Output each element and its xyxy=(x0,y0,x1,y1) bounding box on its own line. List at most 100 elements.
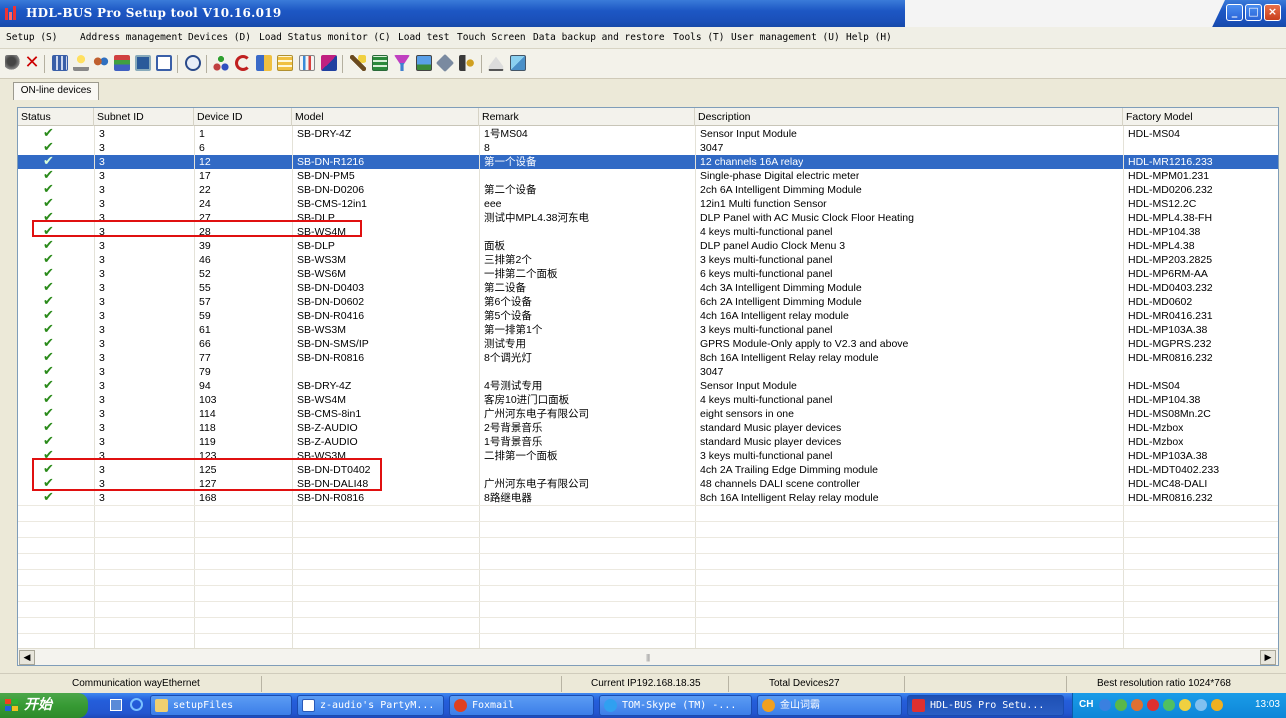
column-header-model[interactable]: Model xyxy=(292,108,479,126)
bulb-icon[interactable] xyxy=(73,55,89,71)
table-row[interactable]: ✔ 3 114 SB-CMS-8in1 广州河东电子有限公司 eight sensors … xyxy=(18,407,1278,421)
table-row[interactable]: ✔ 3 55 SB-DN-D0403 第二设备 4ch 3A Intelligent Di… xyxy=(18,281,1278,295)
calendar-icon[interactable] xyxy=(277,55,293,71)
tray-app-icon[interactable] xyxy=(1147,699,1159,711)
delete-icon[interactable]: ✕ xyxy=(24,54,40,72)
tray-update-icon[interactable] xyxy=(1163,699,1175,711)
clock-icon[interactable] xyxy=(185,55,201,71)
menu-load-status-monitor[interactable]: Load Status monitor (C) xyxy=(259,32,391,43)
tray-security-icon[interactable] xyxy=(1131,699,1143,711)
task-jinshan-dictionary[interactable]: 金山词霸 xyxy=(757,695,902,716)
tree-icon[interactable] xyxy=(213,55,229,71)
window-icon[interactable] xyxy=(156,55,172,71)
table-row[interactable]: ✔ 3 46 SB-WS3M 三排第2个 3 keys multi-functional … xyxy=(18,253,1278,267)
wand-icon[interactable] xyxy=(350,55,366,71)
column-header-description[interactable]: Description xyxy=(695,108,1123,126)
tab-online-devices[interactable]: ON-line devices xyxy=(13,82,99,100)
title-bar: HDL-BUS Pro Setup tool V10.16.019 _ □ × xyxy=(0,0,1286,27)
find-icon[interactable] xyxy=(5,55,21,71)
column-header-remark[interactable]: Remark xyxy=(479,108,695,126)
scroll-left-icon[interactable]: ◀ xyxy=(19,650,35,665)
horizontal-scrollbar[interactable]: ◀ ||| ▶ xyxy=(18,648,1278,665)
scroll-right-icon[interactable]: ▶ xyxy=(1260,650,1276,665)
table-row[interactable]: ✔ 3 119 SB-Z-AUDIO 1号背景音乐 standard Music play… xyxy=(18,435,1278,449)
menu-address-management[interactable]: Address management xyxy=(80,32,183,43)
network-icon[interactable] xyxy=(114,55,130,71)
tag-icon[interactable] xyxy=(435,53,455,73)
table-row[interactable]: ✔ 3 94 SB-DRY-4Z 4号测试专用 Sensor Input Module HD… xyxy=(18,379,1278,393)
eject-icon[interactable] xyxy=(488,56,504,71)
minimize-button[interactable]: _ xyxy=(1226,4,1243,21)
cell-description: eight sensors in one xyxy=(700,408,794,420)
status-check-icon: ✔ xyxy=(43,379,54,393)
menu-devices[interactable]: Devices (D) xyxy=(188,32,251,43)
cell-model: SB-DN-R0416 xyxy=(297,310,365,322)
chart-icon[interactable] xyxy=(299,55,315,71)
tray-misc-icon[interactable] xyxy=(1211,699,1223,711)
table-row[interactable]: ✔ 3 22 SB-DN-D0206 第二个设备 2ch 6A Intelligent D… xyxy=(18,183,1278,197)
tray-volume-icon[interactable] xyxy=(1179,699,1191,711)
table-row[interactable]: ✔ 3 1 SB-DRY-4Z 1号MS04 Sensor Input Module HDL… xyxy=(18,127,1278,141)
menu-setup[interactable]: Setup (S) xyxy=(6,32,57,43)
table-row[interactable]: ✔ 3 61 SB-WS3M 第一排第1个 3 keys multi-functional… xyxy=(18,323,1278,337)
table-row[interactable]: ✔ 3 52 SB-WS6M 一排第二个面板 6 keys multi-functiona… xyxy=(18,267,1278,281)
refresh-icon[interactable] xyxy=(235,55,251,71)
monitor-icon[interactable] xyxy=(135,55,151,71)
column-header-device-id[interactable]: Device ID xyxy=(194,108,292,126)
grid-icon[interactable] xyxy=(52,55,68,71)
tray-im-icon[interactable] xyxy=(1195,699,1207,711)
task-z-audio-document[interactable]: z-audio's PartyM... xyxy=(297,695,444,716)
table-row[interactable]: ✔ 3 17 SB-DN-PM5 Single-phase Digital electr… xyxy=(18,169,1278,183)
devices-icon[interactable] xyxy=(256,55,272,71)
menu-help[interactable]: Help (H) xyxy=(846,32,892,43)
cell-model: SB-DRY-4Z xyxy=(297,128,352,140)
user-group-icon[interactable] xyxy=(93,55,109,71)
task-tom-skype[interactable]: TOM-Skype (TM) -... xyxy=(599,695,752,716)
table-row[interactable]: ✔ 3 12 SB-DN-R1216 第一个设备 12 channels 16A rela… xyxy=(18,155,1278,169)
menu-load-test[interactable]: Load test xyxy=(398,32,449,43)
table-row[interactable]: ✔ 3 57 SB-DN-D0602 第6个设备 6ch 2A Intelligent D… xyxy=(18,295,1278,309)
funnel-icon[interactable] xyxy=(394,55,410,71)
menu-data-backup[interactable]: Data backup and restore xyxy=(533,32,665,43)
task-hdl-bus-pro[interactable]: HDL-BUS Pro Setu... xyxy=(907,695,1064,716)
cell-model: SB-WS3M xyxy=(297,324,347,336)
table-row[interactable]: ✔ 3 24 SB-CMS-12in1 eee 12in1 Multi function … xyxy=(18,197,1278,211)
start-button[interactable]: 开始 xyxy=(0,693,88,718)
cell-model xyxy=(294,365,297,379)
status-current-ip: Current IP192.168.18.35 xyxy=(562,676,729,692)
table-row[interactable]: ✔ 3 118 SB-Z-AUDIO 2号背景音乐 standard Music play… xyxy=(18,421,1278,435)
speaker-icon[interactable] xyxy=(459,55,475,71)
close-button[interactable]: × xyxy=(1264,4,1281,21)
table-row[interactable]: ✔ 3 77 SB-DN-R0816 8个调光灯 8ch 16A Intelligent … xyxy=(18,351,1278,365)
cell-description: 6 keys multi-functional panel xyxy=(700,268,833,280)
menu-touch-screen[interactable]: Touch Screen xyxy=(457,32,526,43)
column-header-status[interactable]: Status xyxy=(18,108,94,126)
table-row[interactable]: ✔ 3 103 SB-WS4M 客房10进门口面板 4 keys multi-functi… xyxy=(18,393,1278,407)
column-header-subnet-id[interactable]: Subnet ID xyxy=(94,108,194,126)
maximize-button[interactable]: □ xyxy=(1245,4,1262,21)
table-row[interactable]: ✔ 3 59 SB-DN-R0416 第5个设备 4ch 16A Intelligent … xyxy=(18,309,1278,323)
table-row[interactable]: ✔ 3 39 SB-DLP 面板 DLP panel Audio Clock Menu 3… xyxy=(18,239,1278,253)
task-setupfiles[interactable]: setupFiles xyxy=(150,695,292,716)
task-foxmail[interactable]: Foxmail xyxy=(449,695,594,716)
table-icon[interactable] xyxy=(372,55,388,71)
tray-back-icon[interactable] xyxy=(1099,699,1111,711)
language-indicator[interactable]: CH xyxy=(1079,699,1093,710)
quicklaunch-desktop-icon[interactable] xyxy=(110,699,122,711)
quicklaunch-ie-icon[interactable] xyxy=(130,698,143,711)
flag-icon[interactable] xyxy=(321,55,337,71)
table-row[interactable]: ✔ 3 168 SB-DN-R0816 8路继电器 8ch 16A Intelligent… xyxy=(18,491,1278,505)
picture-icon[interactable] xyxy=(510,55,526,71)
menu-user-management[interactable]: User management (U) xyxy=(731,32,840,43)
tray-network-icon[interactable] xyxy=(1115,699,1127,711)
cell-model: SB-DN-D0602 xyxy=(297,296,365,308)
cell-factory-model: HDL-MGPRS.232 xyxy=(1128,338,1212,350)
table-row[interactable]: ✔ 3 66 SB-DN-SMS/IP 测试专用 GPRS Module-Only app… xyxy=(18,337,1278,351)
table-row[interactable]: ✔ 3 6 8 3047 xyxy=(18,141,1278,155)
menu-tools[interactable]: Tools (T) xyxy=(673,32,724,43)
table-row[interactable]: ✔ 3 79 3047 xyxy=(18,365,1278,379)
tab-strip: ON-line devices xyxy=(0,79,1286,100)
cell-factory-model: HDL-MP103A.38 xyxy=(1128,450,1208,462)
image-icon[interactable] xyxy=(416,55,432,71)
column-header-factory-model[interactable]: Factory Model xyxy=(1123,108,1278,126)
